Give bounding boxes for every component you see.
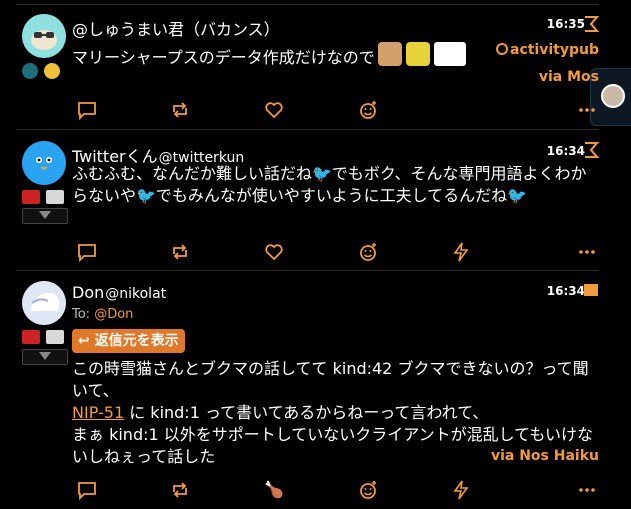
add-reaction-icon[interactable]	[358, 100, 378, 120]
via-client[interactable]: via Nos Haiku	[491, 448, 599, 464]
like-icon[interactable]	[264, 242, 284, 262]
repost-icon[interactable]	[170, 242, 190, 262]
chevron-down-icon	[39, 211, 51, 219]
zap-icon[interactable]	[451, 480, 471, 500]
via-source[interactable]: activitypub	[496, 42, 599, 58]
show-reply-source-button[interactable]: ↩ 返信元を表示	[72, 329, 185, 353]
reaction-badge	[22, 63, 38, 79]
reply-to: To: @Don	[72, 307, 134, 322]
timestamp[interactable]: 16:35	[547, 17, 585, 31]
post-actions	[77, 242, 605, 264]
timestamp[interactable]: 16:34	[547, 144, 585, 158]
add-reaction-icon[interactable]	[358, 480, 378, 500]
add-reaction-icon[interactable]	[358, 242, 378, 262]
custom-emoji-text	[433, 42, 466, 66]
repost-icon[interactable]	[170, 480, 190, 500]
reaction-badge	[45, 330, 64, 344]
author-name[interactable]: @しゅうまい君（バカンス）	[72, 16, 280, 40]
nip-link[interactable]: NIP-51	[72, 403, 124, 422]
separator	[16, 129, 599, 130]
reaction-badge	[43, 63, 60, 79]
reply-icon[interactable]	[77, 100, 97, 121]
expand-toggle[interactable]	[22, 349, 68, 365]
reply-icon[interactable]	[77, 242, 97, 263]
reaction-badge	[22, 330, 40, 344]
reply-icon[interactable]	[77, 480, 97, 501]
zap-icon[interactable]	[451, 242, 471, 262]
reactions-mini	[22, 63, 60, 82]
reactions-mini	[22, 330, 64, 347]
more-icon[interactable]	[577, 480, 597, 500]
reaction-badge	[22, 190, 40, 204]
avatar[interactable]	[22, 281, 66, 325]
post-content: ふむふむ、なんだか難しい話だね🐦でもボク、そんな専門用語よくわからないや🐦でもみ…	[72, 164, 587, 205]
post-actions: 🍗	[77, 480, 605, 502]
custom-emoji-fox	[377, 42, 402, 66]
timestamp[interactable]: 16:34	[547, 284, 585, 298]
separator	[16, 4, 599, 5]
author-name[interactable]: Don@nikolat	[72, 283, 166, 302]
more-icon[interactable]	[577, 100, 597, 120]
more-icon[interactable]	[577, 242, 597, 262]
expand-toggle[interactable]	[22, 208, 68, 224]
avatar[interactable]	[22, 141, 66, 185]
chevron-down-icon	[39, 352, 51, 360]
kind-icon	[584, 284, 598, 296]
custom-emoji-bird	[405, 42, 430, 66]
separator	[16, 270, 599, 271]
post-actions	[77, 100, 605, 122]
avatar[interactable]	[22, 14, 66, 58]
like-icon[interactable]	[264, 100, 284, 120]
reaction-badge	[45, 190, 64, 204]
kind-icon	[585, 142, 599, 158]
activitypub-icon	[496, 43, 508, 55]
reaction-emoji[interactable]: 🍗	[264, 480, 284, 500]
via-client[interactable]: via Mos	[539, 69, 599, 85]
mention-link[interactable]: @Don	[94, 307, 133, 322]
kind-icon	[585, 16, 599, 32]
reactions-mini	[22, 190, 64, 207]
repost-icon[interactable]	[170, 100, 190, 120]
